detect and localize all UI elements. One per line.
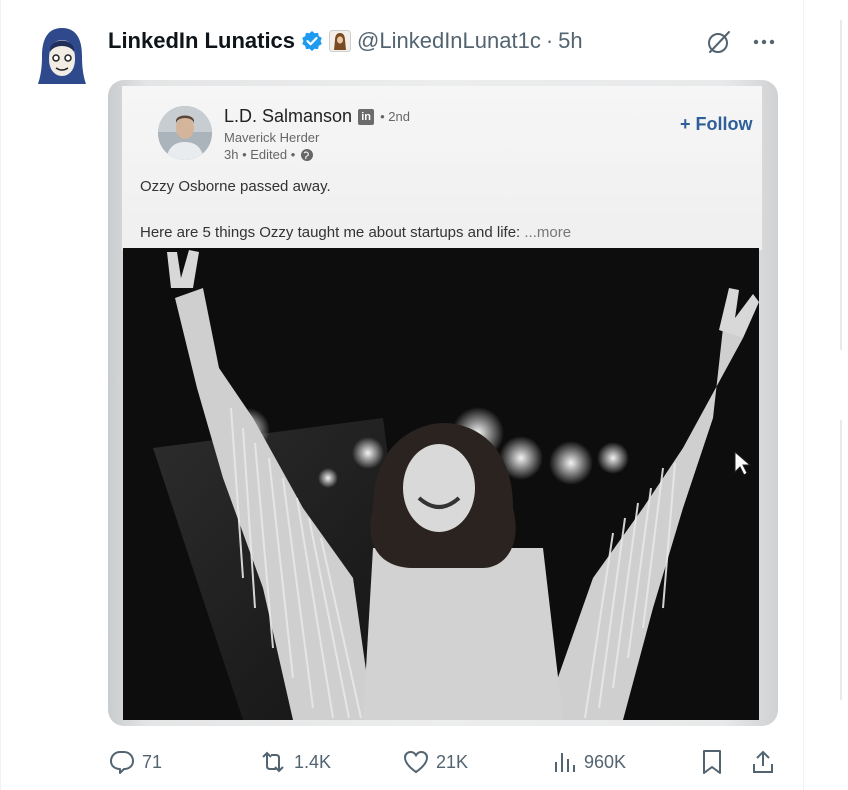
- like-count: 21K: [436, 751, 469, 772]
- linkedin-degree: • 2nd: [380, 109, 410, 124]
- concert-photo: [123, 248, 759, 720]
- side-panel-edge: [840, 20, 842, 350]
- views-icon: [555, 753, 575, 772]
- like-button[interactable]: 21K: [402, 746, 468, 778]
- linkedin-post-text-1: Ozzy Osborne passed away.: [140, 178, 331, 195]
- linkedin-headline: Maverick Herder: [224, 130, 320, 145]
- linkedin-post-text-2: Here are 5 things Ozzy taught me about s…: [140, 224, 571, 241]
- linkedin-author-name: L.D. Salmanson: [224, 106, 353, 126]
- divider: [0, 0, 1, 790]
- author-name[interactable]: LinkedIn Lunatics: [108, 28, 295, 54]
- affiliate-avatar-icon[interactable]: [329, 30, 352, 52]
- more-icon[interactable]: [750, 28, 778, 56]
- heart-icon: [403, 750, 429, 774]
- grok-icon[interactable]: [705, 28, 733, 56]
- linkedin-post-text-2-body: Here are 5 things Ozzy taught me about s…: [140, 224, 521, 241]
- linkedin-meta: 3h • Edited •: [224, 147, 314, 162]
- share-icon: [753, 750, 773, 773]
- linkedin-logo-icon: in: [358, 108, 375, 125]
- linkedin-meta-text: 3h • Edited •: [224, 147, 296, 162]
- author-handle[interactable]: @LinkedInLunat1c: [357, 28, 541, 54]
- tweet-media-image[interactable]: L.D. Salmanson in • 2nd Maverick Herder …: [108, 80, 778, 726]
- tweet-card: LinkedIn Lunatics @LinkedInLunat1c · 5h: [0, 0, 803, 790]
- tweet-timestamp[interactable]: 5h: [558, 28, 582, 54]
- reply-button[interactable]: 71: [108, 746, 162, 778]
- linkedin-name-row: L.D. Salmanson in • 2nd: [224, 106, 410, 127]
- repost-button[interactable]: 1.4K: [258, 746, 331, 778]
- bookmark-button[interactable]: [700, 746, 730, 778]
- author-line: LinkedIn Lunatics @LinkedInLunat1c · 5h: [108, 26, 583, 56]
- linkedin-avatar: [158, 106, 212, 160]
- tweet-actions: 71 1.4K 21K 960K: [108, 746, 784, 778]
- linkedin-post-header: L.D. Salmanson in • 2nd Maverick Herder …: [122, 86, 762, 250]
- author-avatar[interactable]: [36, 26, 88, 86]
- bookmark-icon: [703, 750, 721, 774]
- repost-icon: [262, 751, 284, 773]
- repost-count: 1.4K: [294, 751, 332, 772]
- linkedin-more-link: ...more: [524, 224, 572, 241]
- share-button[interactable]: [750, 746, 782, 778]
- divider: [803, 0, 804, 790]
- verified-badge-icon: [301, 30, 323, 52]
- globe-icon: [300, 148, 314, 162]
- reply-count: 71: [142, 751, 163, 772]
- separator-dot: ·: [545, 28, 554, 53]
- reply-icon: [110, 751, 134, 774]
- linkedin-follow-button: + Follow: [680, 114, 753, 134]
- views-button[interactable]: 960K: [552, 746, 626, 778]
- views-count: 960K: [584, 751, 627, 772]
- side-panel-edge: [840, 420, 842, 700]
